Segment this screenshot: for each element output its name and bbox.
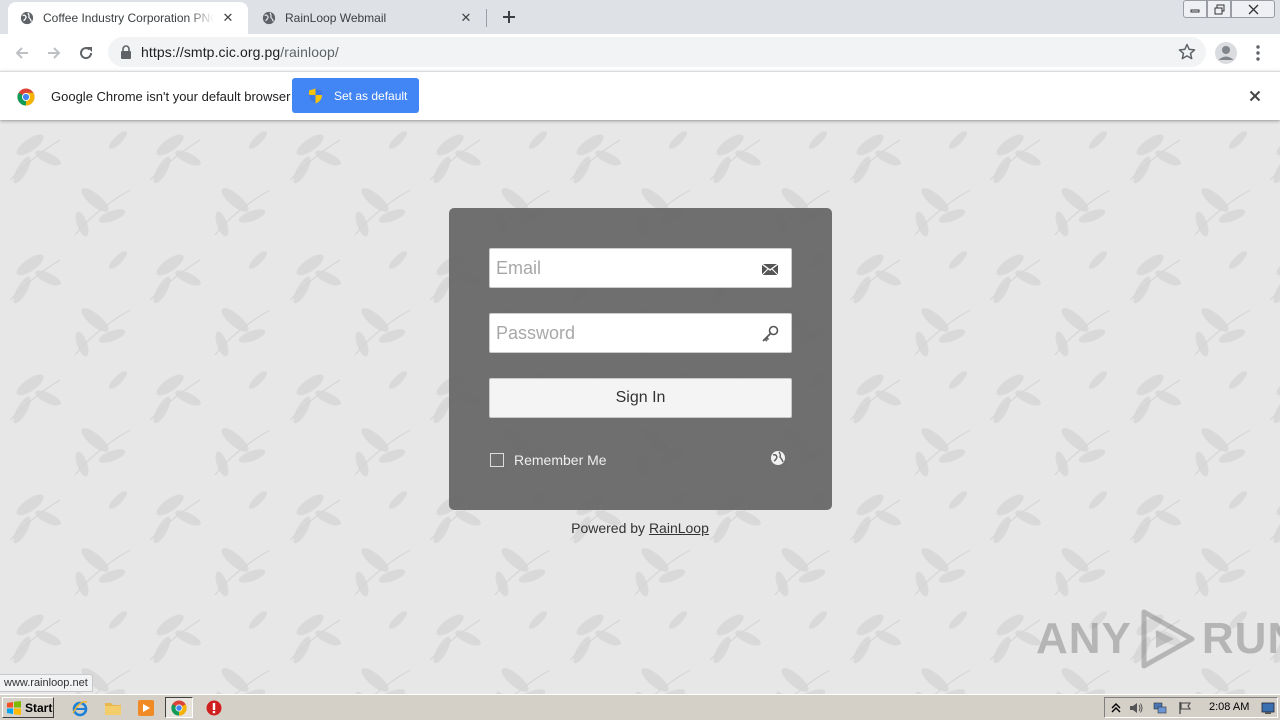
webmail-page: Sign In Remember Me Powered by RainLoop … — [0, 120, 1280, 694]
tab-rainloop-webmail[interactable]: RainLoop Webmail ✕ — [250, 2, 486, 34]
globe-icon — [262, 11, 276, 25]
taskbar-chrome[interactable] — [165, 697, 193, 718]
sign-in-button[interactable]: Sign In — [489, 378, 792, 418]
url-text[interactable]: https://smtp.cic.org.pg/rainloop/ — [141, 44, 339, 60]
tab-title: Coffee Industry Corporation PNG Webmail — [43, 11, 214, 25]
remember-me-checkbox[interactable] — [490, 453, 504, 467]
close-window-button[interactable] — [1231, 0, 1275, 18]
envelope-icon — [761, 263, 779, 276]
password-input[interactable] — [490, 314, 750, 352]
close-icon — [1249, 90, 1261, 102]
back-button[interactable] — [9, 40, 35, 66]
minimize-window-button[interactable] — [1183, 0, 1207, 18]
globe-icon — [20, 11, 34, 25]
email-input[interactable] — [490, 249, 750, 287]
shield-icon — [309, 88, 322, 103]
browser-menu-button[interactable] — [1250, 41, 1266, 65]
forward-button[interactable] — [41, 40, 67, 66]
taskbar-internet-explorer[interactable] — [66, 697, 94, 718]
speaker-icon[interactable] — [1129, 701, 1143, 715]
close-icon — [1248, 4, 1258, 14]
anyrun-watermark: ANY RUN — [1036, 608, 1280, 670]
profile-avatar-icon[interactable] — [1214, 41, 1238, 65]
remember-me-label[interactable]: Remember Me — [514, 452, 607, 468]
play-triangle-icon — [1141, 609, 1195, 669]
lock-icon[interactable] — [120, 45, 132, 59]
show-hidden-icons-icon[interactable] — [1109, 701, 1123, 715]
new-tab-button[interactable] — [498, 6, 520, 28]
remember-me-row[interactable]: Remember Me — [490, 452, 607, 468]
restore-icon — [1214, 4, 1224, 14]
set-as-default-button[interactable]: Set as default — [292, 78, 419, 113]
powered-by-footer: Powered by RainLoop — [0, 520, 1280, 536]
folder-icon — [105, 702, 121, 715]
internet-explorer-icon — [72, 700, 88, 716]
email-field[interactable] — [489, 248, 792, 288]
network-icon[interactable] — [1153, 701, 1167, 715]
browser-toolbar: https://smtp.cic.org.pg/rainloop/ — [0, 34, 1280, 71]
bookmark-star-icon[interactable] — [1178, 43, 1196, 61]
chrome-logo-icon — [17, 88, 35, 106]
reload-icon — [80, 47, 93, 60]
powered-by-text: Powered by — [571, 520, 649, 536]
start-label: Start — [25, 700, 53, 715]
restore-window-button[interactable] — [1207, 0, 1231, 18]
tab-title: RainLoop Webmail — [285, 11, 387, 25]
more-vertical-icon — [1256, 45, 1260, 61]
infobar-close-button[interactable] — [1246, 87, 1264, 105]
arrow-right-icon — [48, 47, 61, 59]
action-center-flag-icon[interactable] — [1178, 701, 1192, 715]
rainloop-link[interactable]: RainLoop — [649, 520, 709, 536]
plus-icon — [503, 11, 515, 23]
taskbar-security-app[interactable] — [200, 697, 228, 718]
chrome-logo-icon — [171, 699, 187, 716]
watermark-left-text: ANY — [1036, 614, 1132, 663]
taskbar-clock[interactable]: 2:08 AM — [1209, 701, 1249, 713]
media-player-icon — [138, 699, 154, 716]
windows-taskbar: Start 2:08 AM — [0, 694, 1280, 720]
default-browser-infobar: Google Chrome isn't your default browser… — [0, 71, 1280, 120]
set-as-default-label: Set as default — [334, 88, 408, 103]
minimize-icon — [1190, 9, 1200, 13]
password-field[interactable] — [489, 313, 792, 353]
tab-strip: Coffee Industry Corporation PNG Webmail … — [0, 0, 1280, 34]
start-button[interactable]: Start — [2, 697, 54, 718]
watermark-right-text: RUN — [1201, 614, 1280, 663]
windows-logo-icon — [7, 700, 21, 715]
system-tray: 2:08 AM — [1104, 697, 1278, 718]
arrow-left-icon — [15, 47, 28, 59]
show-desktop-icon[interactable] — [1261, 701, 1275, 715]
address-bar[interactable]: https://smtp.cic.org.pg/rainloop/ — [108, 37, 1206, 67]
tab-separator — [486, 9, 487, 27]
close-icon[interactable]: ✕ — [458, 10, 474, 26]
infobar-message: Google Chrome isn't your default browser — [51, 89, 291, 104]
login-panel: Sign In Remember Me — [449, 208, 832, 510]
url-path: /rainloop/ — [280, 44, 339, 60]
taskbar-file-explorer[interactable] — [99, 697, 127, 718]
taskbar-media-player[interactable] — [132, 697, 160, 718]
tab-coffee-industry-webmail[interactable]: Coffee Industry Corporation PNG Webmail … — [8, 2, 248, 34]
url-scheme: https:// — [141, 44, 184, 60]
close-icon[interactable]: ✕ — [220, 10, 236, 26]
key-icon — [762, 325, 779, 342]
stop-alert-icon — [206, 700, 222, 715]
language-globe-icon[interactable] — [770, 450, 786, 466]
link-status-bubble: www.rainloop.net — [0, 674, 93, 692]
url-host: smtp.cic.org.pg — [183, 44, 281, 60]
reload-button[interactable] — [73, 40, 99, 66]
